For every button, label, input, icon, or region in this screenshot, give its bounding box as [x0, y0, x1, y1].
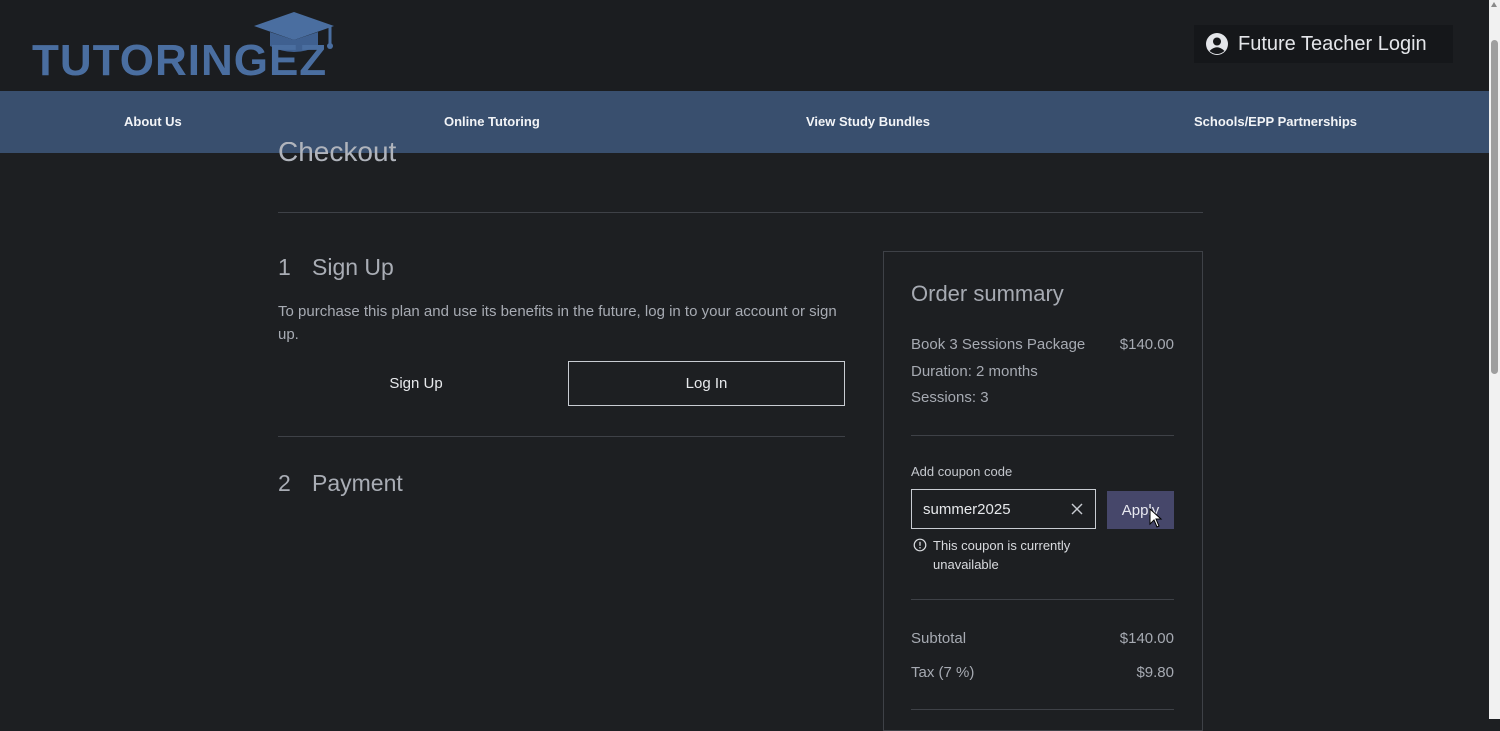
order-summary-title: Order summary: [911, 281, 1064, 306]
alert-circle-icon: [913, 538, 927, 552]
scrollbar-thumb[interactable]: [1491, 40, 1498, 374]
nav-item-view-study-bundles[interactable]: View Study Bundles: [806, 91, 930, 153]
divider: [911, 599, 1174, 600]
sign-up-button[interactable]: Sign Up: [278, 361, 554, 405]
logo-text: TUTORINGEZ: [32, 36, 328, 85]
nav-item-about-us[interactable]: About Us: [124, 91, 182, 153]
site-header: TUTORINGEZ Future Teacher Login: [0, 0, 1489, 91]
mouse-cursor-icon: [1149, 508, 1163, 528]
subtotal-value: $140.00: [1119, 630, 1174, 647]
coupon-label: Add coupon code: [911, 464, 1013, 479]
page-scrollbar[interactable]: [1489, 0, 1500, 719]
item-price: $140.00: [1119, 336, 1174, 353]
divider: [278, 436, 845, 437]
tax-label: Tax (7 %): [911, 664, 975, 681]
nav-item-schools-partnerships[interactable]: Schools/EPP Partnerships: [1194, 91, 1357, 153]
sign-up-description: To purchase this plan and use its benefi…: [278, 303, 837, 343]
step-2-number: 2: [278, 470, 291, 496]
user-avatar-icon: [1206, 33, 1228, 55]
item-name: Book 3 Sessions Package: [911, 336, 1086, 353]
login-label: Future Teacher Login: [1238, 32, 1427, 55]
site-logo[interactable]: TUTORINGEZ: [32, 10, 342, 85]
step-1-number: 1: [278, 254, 291, 280]
apply-coupon-button[interactable]: Apply: [1107, 491, 1174, 529]
divider: [278, 212, 1203, 213]
step-2-title: Payment: [312, 470, 403, 496]
main-nav: About Us Online Tutoring View Study Bund…: [0, 91, 1489, 153]
divider: [911, 709, 1174, 710]
item-sessions: Sessions: 3: [911, 389, 989, 406]
tax-value: $9.80: [1136, 664, 1174, 681]
step-1-title: Sign Up: [312, 254, 394, 280]
item-duration: Duration: 2 months: [911, 363, 1038, 380]
coupon-error-message: This coupon is currently unavailable: [913, 536, 1093, 574]
nav-item-online-tutoring[interactable]: Online Tutoring: [444, 91, 540, 153]
future-teacher-login-button[interactable]: Future Teacher Login: [1194, 25, 1453, 63]
scroll-up-arrow-icon[interactable]: [1491, 2, 1497, 7]
divider: [911, 435, 1174, 436]
coupon-error-text: This coupon is currently unavailable: [933, 538, 1071, 572]
clear-icon[interactable]: [1069, 501, 1085, 517]
log-in-button[interactable]: Log In: [568, 361, 845, 406]
subtotal-label: Subtotal: [911, 630, 967, 647]
